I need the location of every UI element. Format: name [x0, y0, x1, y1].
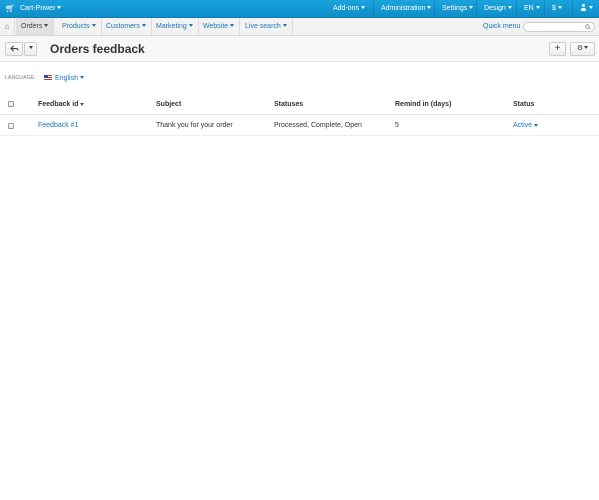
chevron-down-icon — [28, 46, 33, 49]
chevron-down-icon — [361, 6, 366, 9]
menu-currency-label: $ — [552, 5, 556, 12]
add-button[interactable]: + — [549, 42, 566, 56]
header-feedback-id[interactable]: Feedback id — [38, 94, 85, 114]
menu-language-label: EN — [524, 5, 534, 12]
chevron-down-icon — [79, 76, 84, 79]
header-status: Status — [513, 100, 535, 108]
chevron-down-icon — [507, 6, 512, 9]
menu-currency[interactable]: $ — [544, 0, 572, 17]
nav-live-search-label: Live search — [245, 23, 281, 30]
page-header: Orders feedback + ⚙ — [0, 36, 599, 62]
row-select-cell — [8, 116, 14, 135]
page-title: Orders feedback — [50, 42, 145, 56]
nav-marketing[interactable]: Marketing — [151, 18, 199, 35]
row-subject: Thank you for your order — [156, 122, 233, 129]
top-bar: 🛒︎ Cart-Power Add-ons Administration Set… — [0, 0, 599, 18]
top-nav: Add-ons Administration Settings Design E… — [326, 0, 599, 17]
menu-language[interactable]: EN — [516, 0, 544, 17]
status-dropdown[interactable]: Active — [513, 116, 539, 135]
row-checkbox[interactable] — [8, 122, 14, 129]
search-icon — [585, 24, 591, 30]
nav-products-label: Products — [62, 23, 90, 30]
chevron-down-icon — [535, 6, 540, 9]
back-history-dropdown[interactable] — [24, 42, 37, 56]
sort-desc-icon — [80, 102, 85, 106]
menu-settings-label: Settings — [442, 5, 468, 12]
feedback-link[interactable]: Feedback #1 — [38, 116, 78, 135]
user-icon — [580, 4, 587, 11]
plus-icon: + — [554, 43, 561, 54]
back-button[interactable] — [5, 42, 23, 56]
nav-live-search[interactable]: Live search — [240, 18, 293, 35]
chevron-down-icon — [282, 24, 287, 27]
select-all-checkbox[interactable] — [8, 101, 14, 107]
nav-customers-label: Customers — [106, 23, 140, 30]
back-arrow-icon — [9, 45, 19, 52]
main-nav: ⌂ Orders Products Customers Marketing We… — [0, 18, 599, 36]
brand-menu[interactable]: Cart-Power — [20, 0, 62, 17]
chevron-down-icon — [427, 6, 432, 9]
settings-dropdown-button[interactable]: ⚙ — [570, 42, 595, 56]
menu-administration[interactable]: Administration — [373, 0, 434, 17]
language-value: English — [55, 75, 78, 82]
chevron-down-icon — [584, 46, 589, 49]
gear-icon: ⚙ — [576, 45, 584, 52]
chevron-down-icon — [44, 24, 49, 27]
chevron-down-icon — [469, 6, 474, 9]
chevron-down-icon — [557, 6, 562, 9]
row-remind: 5 — [395, 122, 399, 129]
menu-settings[interactable]: Settings — [434, 0, 476, 17]
menu-design[interactable]: Design — [476, 0, 516, 17]
language-label: LANGUAGE: — [5, 75, 36, 81]
menu-administration-label: Administration — [381, 5, 426, 12]
nav-customers[interactable]: Customers — [101, 18, 152, 35]
menu-user[interactable] — [572, 0, 599, 17]
chevron-down-icon — [91, 24, 96, 27]
nav-website[interactable]: Website — [198, 18, 241, 35]
chevron-down-icon — [57, 6, 62, 9]
search-input[interactable] — [523, 22, 595, 32]
header-remind: Remind in (days) — [395, 100, 452, 108]
menu-addons[interactable]: Add-ons — [326, 0, 373, 17]
quick-menu-link[interactable]: Quick menu — [483, 18, 520, 35]
select-all-cell — [8, 94, 14, 114]
table-header: Feedback id Subject Statuses Remind in (… — [0, 94, 599, 115]
nav-orders-label: Orders — [21, 23, 43, 30]
status-value: Active — [513, 122, 533, 129]
menu-addons-label: Add-ons — [333, 5, 360, 12]
chevron-down-icon — [141, 24, 146, 27]
chevron-down-icon — [230, 24, 235, 27]
header-subject: Subject — [156, 100, 182, 108]
chevron-down-icon — [589, 6, 593, 9]
home-icon[interactable]: ⌂ — [0, 18, 15, 35]
nav-website-label: Website — [203, 23, 229, 30]
language-dropdown[interactable]: English — [44, 74, 84, 83]
table-row: Feedback #1 Thank you for your order Pro… — [0, 116, 599, 136]
header-statuses: Statuses — [274, 100, 304, 108]
menu-design-label: Design — [484, 5, 506, 12]
brand-label: Cart-Power — [20, 5, 56, 12]
nav-marketing-label: Marketing — [156, 23, 187, 30]
header-feedback-id-label: Feedback id — [38, 100, 79, 108]
row-statuses: Processed, Complete, Open — [274, 122, 362, 129]
chevron-down-icon — [188, 24, 193, 27]
chevron-down-icon — [534, 124, 539, 127]
nav-orders[interactable]: Orders — [16, 18, 55, 35]
cart-icon[interactable]: 🛒︎ — [5, 4, 15, 13]
nav-products[interactable]: Products — [57, 18, 102, 35]
us-flag-icon — [44, 75, 52, 80]
